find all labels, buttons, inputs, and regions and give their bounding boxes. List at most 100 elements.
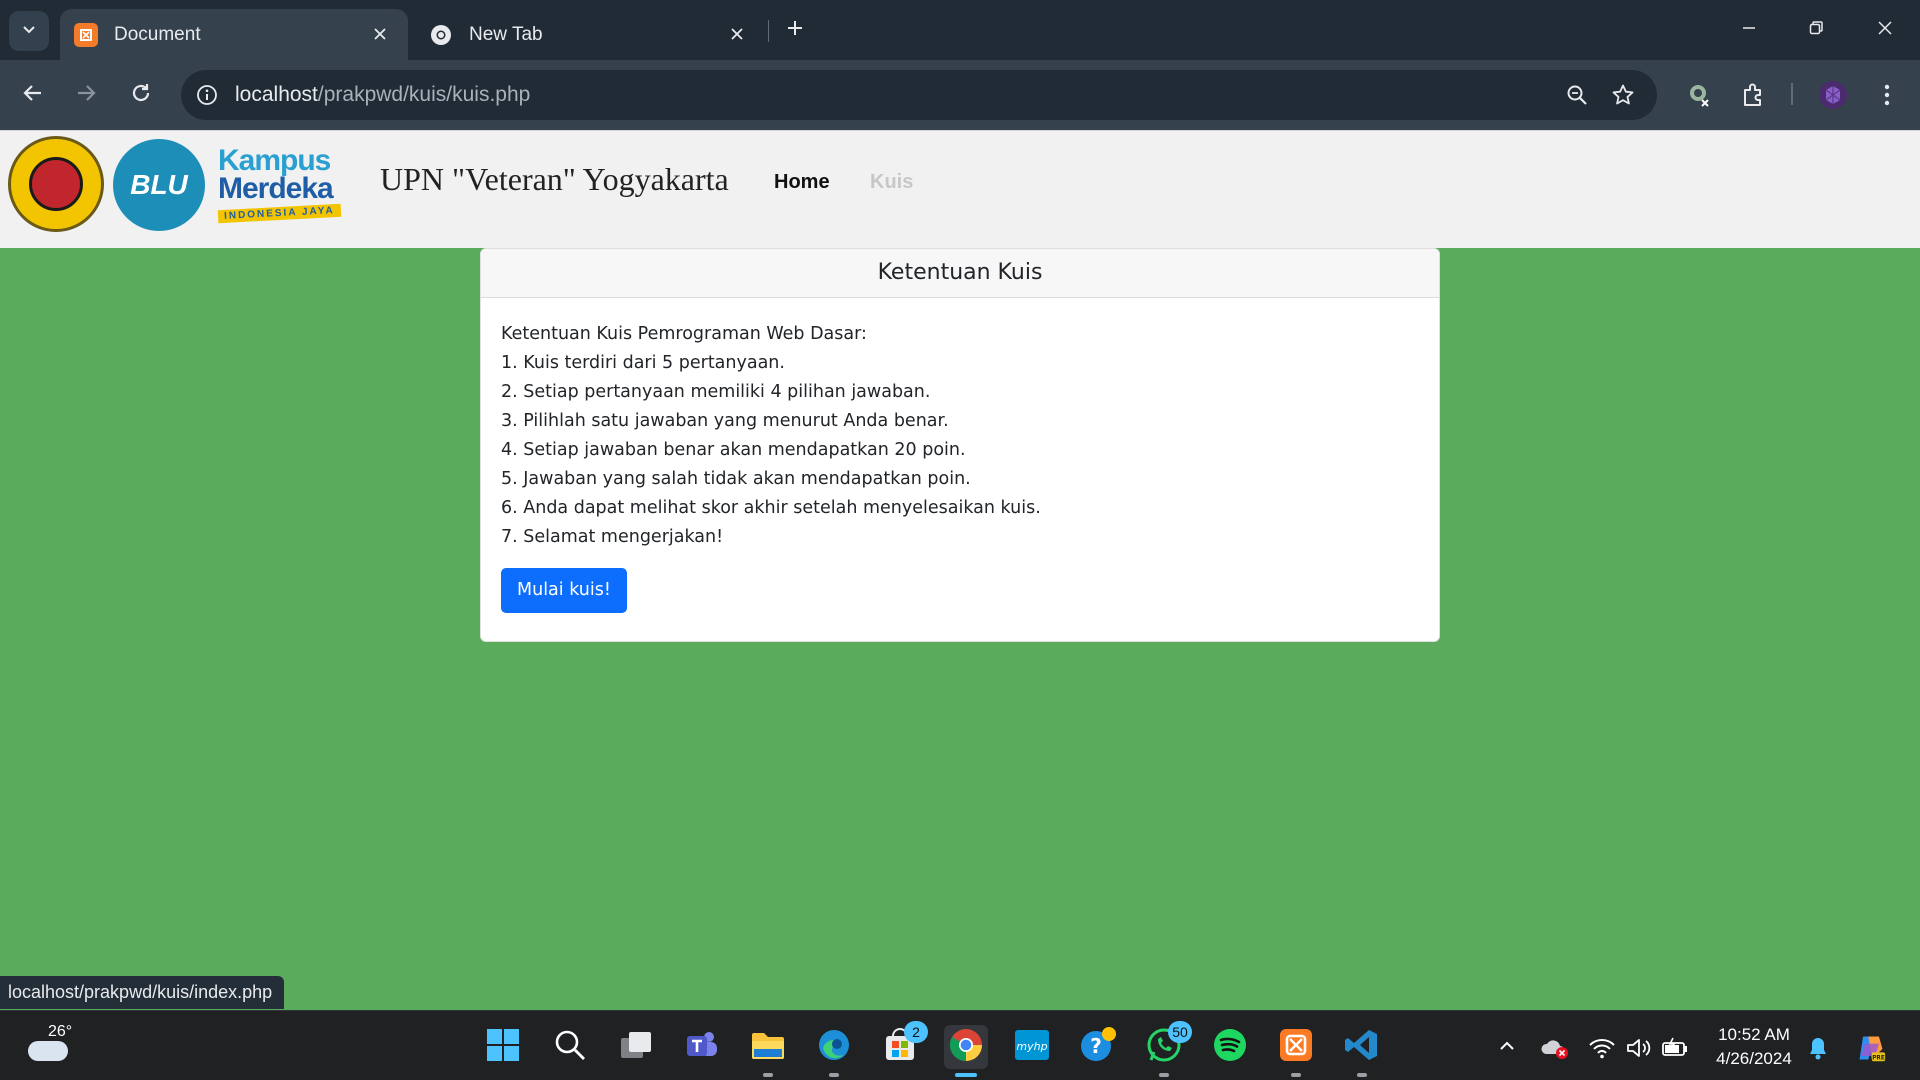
minimize-icon <box>1741 20 1757 41</box>
vscode-app[interactable] <box>1340 1025 1384 1077</box>
svg-text:PRE: PRE <box>1872 1055 1885 1061</box>
cloud-icon <box>28 1041 68 1061</box>
link-status-bubble: localhost/prakpwd/kuis/index.php <box>0 976 285 1009</box>
browser-tab-strip: Document New Tab <box>0 0 1920 60</box>
forward-button[interactable] <box>67 76 105 114</box>
kampus-merdeka-word2: Merdeka <box>218 172 334 205</box>
card-header: Ketentuan Kuis <box>481 249 1439 298</box>
wifi-icon[interactable] <box>1587 1033 1617 1063</box>
xampp-app[interactable] <box>1274 1025 1318 1077</box>
help-icon: ? <box>1079 1026 1117 1069</box>
rule-item: 2. Setiap pertanyaan memiliki 4 pilihan … <box>501 382 931 402</box>
running-indicator <box>1159 1073 1169 1077</box>
minimize-button[interactable] <box>1726 10 1772 50</box>
tab-title: Document <box>114 23 201 45</box>
close-tab-icon[interactable] <box>368 22 392 46</box>
taskbar-search-button[interactable] <box>548 1025 592 1069</box>
back-button[interactable] <box>14 76 52 114</box>
volume-icon[interactable] <box>1624 1033 1654 1063</box>
copilot-icon[interactable]: PRE <box>1856 1033 1886 1063</box>
upn-logo-emblem <box>29 157 83 211</box>
zoom-icon[interactable] <box>1563 81 1591 109</box>
arrow-left-icon <box>22 82 44 109</box>
site-brand[interactable]: UPN "Veteran" Yogyakarta <box>380 161 729 198</box>
edge-icon <box>817 1028 851 1067</box>
quiz-rules-card: Ketentuan Kuis Ketentuan Kuis Pemrograma… <box>480 248 1440 642</box>
myhp-app[interactable]: myhp <box>1010 1025 1054 1069</box>
search-icon <box>554 1029 586 1066</box>
running-indicator <box>1291 1073 1301 1077</box>
extension-icon[interactable] <box>1683 78 1717 112</box>
tab-search-button[interactable] <box>9 11 49 51</box>
folder-icon <box>750 1029 786 1066</box>
bookmark-star-icon[interactable] <box>1609 81 1637 109</box>
notifications-bell-icon[interactable] <box>1803 1033 1833 1063</box>
extensions-puzzle-icon[interactable] <box>1736 78 1770 112</box>
vscode-icon <box>1344 1027 1380 1068</box>
clock-date: 4/26/2024 <box>1716 1049 1792 1068</box>
start-quiz-button[interactable]: Mulai kuis! <box>501 568 627 613</box>
tab-document[interactable]: Document <box>60 9 408 60</box>
system-clock[interactable]: 10:52 AM 4/26/2024 <box>1708 1023 1800 1071</box>
site-info-icon[interactable] <box>193 81 221 109</box>
weather-temp: 26° <box>48 1023 73 1040</box>
whatsapp-app[interactable]: 50 <box>1142 1021 1192 1077</box>
edge-app[interactable] <box>812 1025 856 1077</box>
restore-icon <box>1808 20 1824 41</box>
tab-title: New Tab <box>469 23 543 45</box>
blu-logo-text: BLU <box>130 169 188 200</box>
running-indicator <box>763 1073 773 1077</box>
arrow-right-icon <box>75 82 97 109</box>
address-bar[interactable]: localhost/prakpwd/kuis/kuis.php <box>181 70 1657 120</box>
show-hidden-icons-button[interactable] <box>1492 1033 1522 1063</box>
blu-logo: BLU <box>113 139 205 231</box>
task-view-icon <box>619 1030 653 1065</box>
weather-widget[interactable]: 26° <box>26 1023 80 1067</box>
spotify-icon <box>1212 1027 1248 1068</box>
reload-button[interactable] <box>122 76 160 114</box>
address-url[interactable]: localhost/prakpwd/kuis/kuis.php <box>235 83 530 107</box>
close-icon <box>1877 20 1893 41</box>
close-tab-icon[interactable] <box>725 22 749 46</box>
chevron-down-icon <box>21 21 37 42</box>
windows-icon <box>486 1028 520 1067</box>
teams-icon <box>685 1028 719 1067</box>
taskbar: 26° 2 myhp ? 50 10:52 AM 4/26/2024 PRE <box>0 1010 1920 1080</box>
browser-toolbar: localhost/prakpwd/kuis/kuis.php <box>0 60 1920 130</box>
xampp-icon <box>1278 1027 1314 1068</box>
toolbar-separator <box>1791 83 1793 105</box>
task-view-button[interactable] <box>614 1025 658 1069</box>
profile-avatar[interactable] <box>1816 78 1850 112</box>
chrome-icon <box>948 1027 984 1068</box>
onedrive-error-icon[interactable] <box>1540 1033 1570 1063</box>
rule-item: 5. Jawaban yang salah tidak akan mendapa… <box>501 469 971 489</box>
svg-text:myhp: myhp <box>1016 1040 1047 1053</box>
rule-item: 6. Anda dapat melihat skor akhir setelah… <box>501 498 1041 518</box>
file-explorer-app[interactable] <box>746 1025 790 1077</box>
rule-item: 7. Selamat mengerjakan! <box>501 527 724 547</box>
url-path: /prakpwd/kuis/kuis.php <box>317 83 531 106</box>
teams-app[interactable] <box>680 1025 724 1069</box>
restore-button[interactable] <box>1793 10 1839 50</box>
start-button[interactable] <box>481 1025 525 1069</box>
svg-text:?: ? <box>1090 1034 1102 1058</box>
tab-new-tab[interactable]: New Tab <box>425 9 765 60</box>
kampus-merdeka-logo: Kampus Merdeka INDONESIA JAYA <box>217 144 358 227</box>
card-body: Ketentuan Kuis Pemrograman Web Dasar: 1.… <box>481 298 1439 613</box>
chrome-app[interactable] <box>944 1025 988 1077</box>
battery-icon[interactable] <box>1660 1033 1690 1063</box>
microsoft-store-app[interactable]: 2 <box>878 1021 928 1069</box>
menu-kebab-icon[interactable] <box>1870 78 1904 112</box>
nav-link-home[interactable]: Home <box>774 171 830 194</box>
spotify-app[interactable] <box>1208 1025 1252 1069</box>
nav-link-kuis[interactable]: Kuis <box>870 171 913 194</box>
rule-item: 4. Setiap jawaban benar akan mendapatkan… <box>501 440 966 460</box>
plus-icon <box>786 19 804 42</box>
new-tab-button[interactable] <box>780 14 810 46</box>
close-window-button[interactable] <box>1862 10 1908 50</box>
kampus-merdeka-word1: Kampus <box>218 144 331 177</box>
rule-item: 1. Kuis terdiri dari 5 pertanyaan. <box>501 353 785 373</box>
get-help-app[interactable]: ? <box>1076 1025 1120 1069</box>
myhp-icon: myhp <box>1014 1027 1050 1068</box>
rules-intro: Ketentuan Kuis Pemrograman Web Dasar: <box>501 324 867 344</box>
